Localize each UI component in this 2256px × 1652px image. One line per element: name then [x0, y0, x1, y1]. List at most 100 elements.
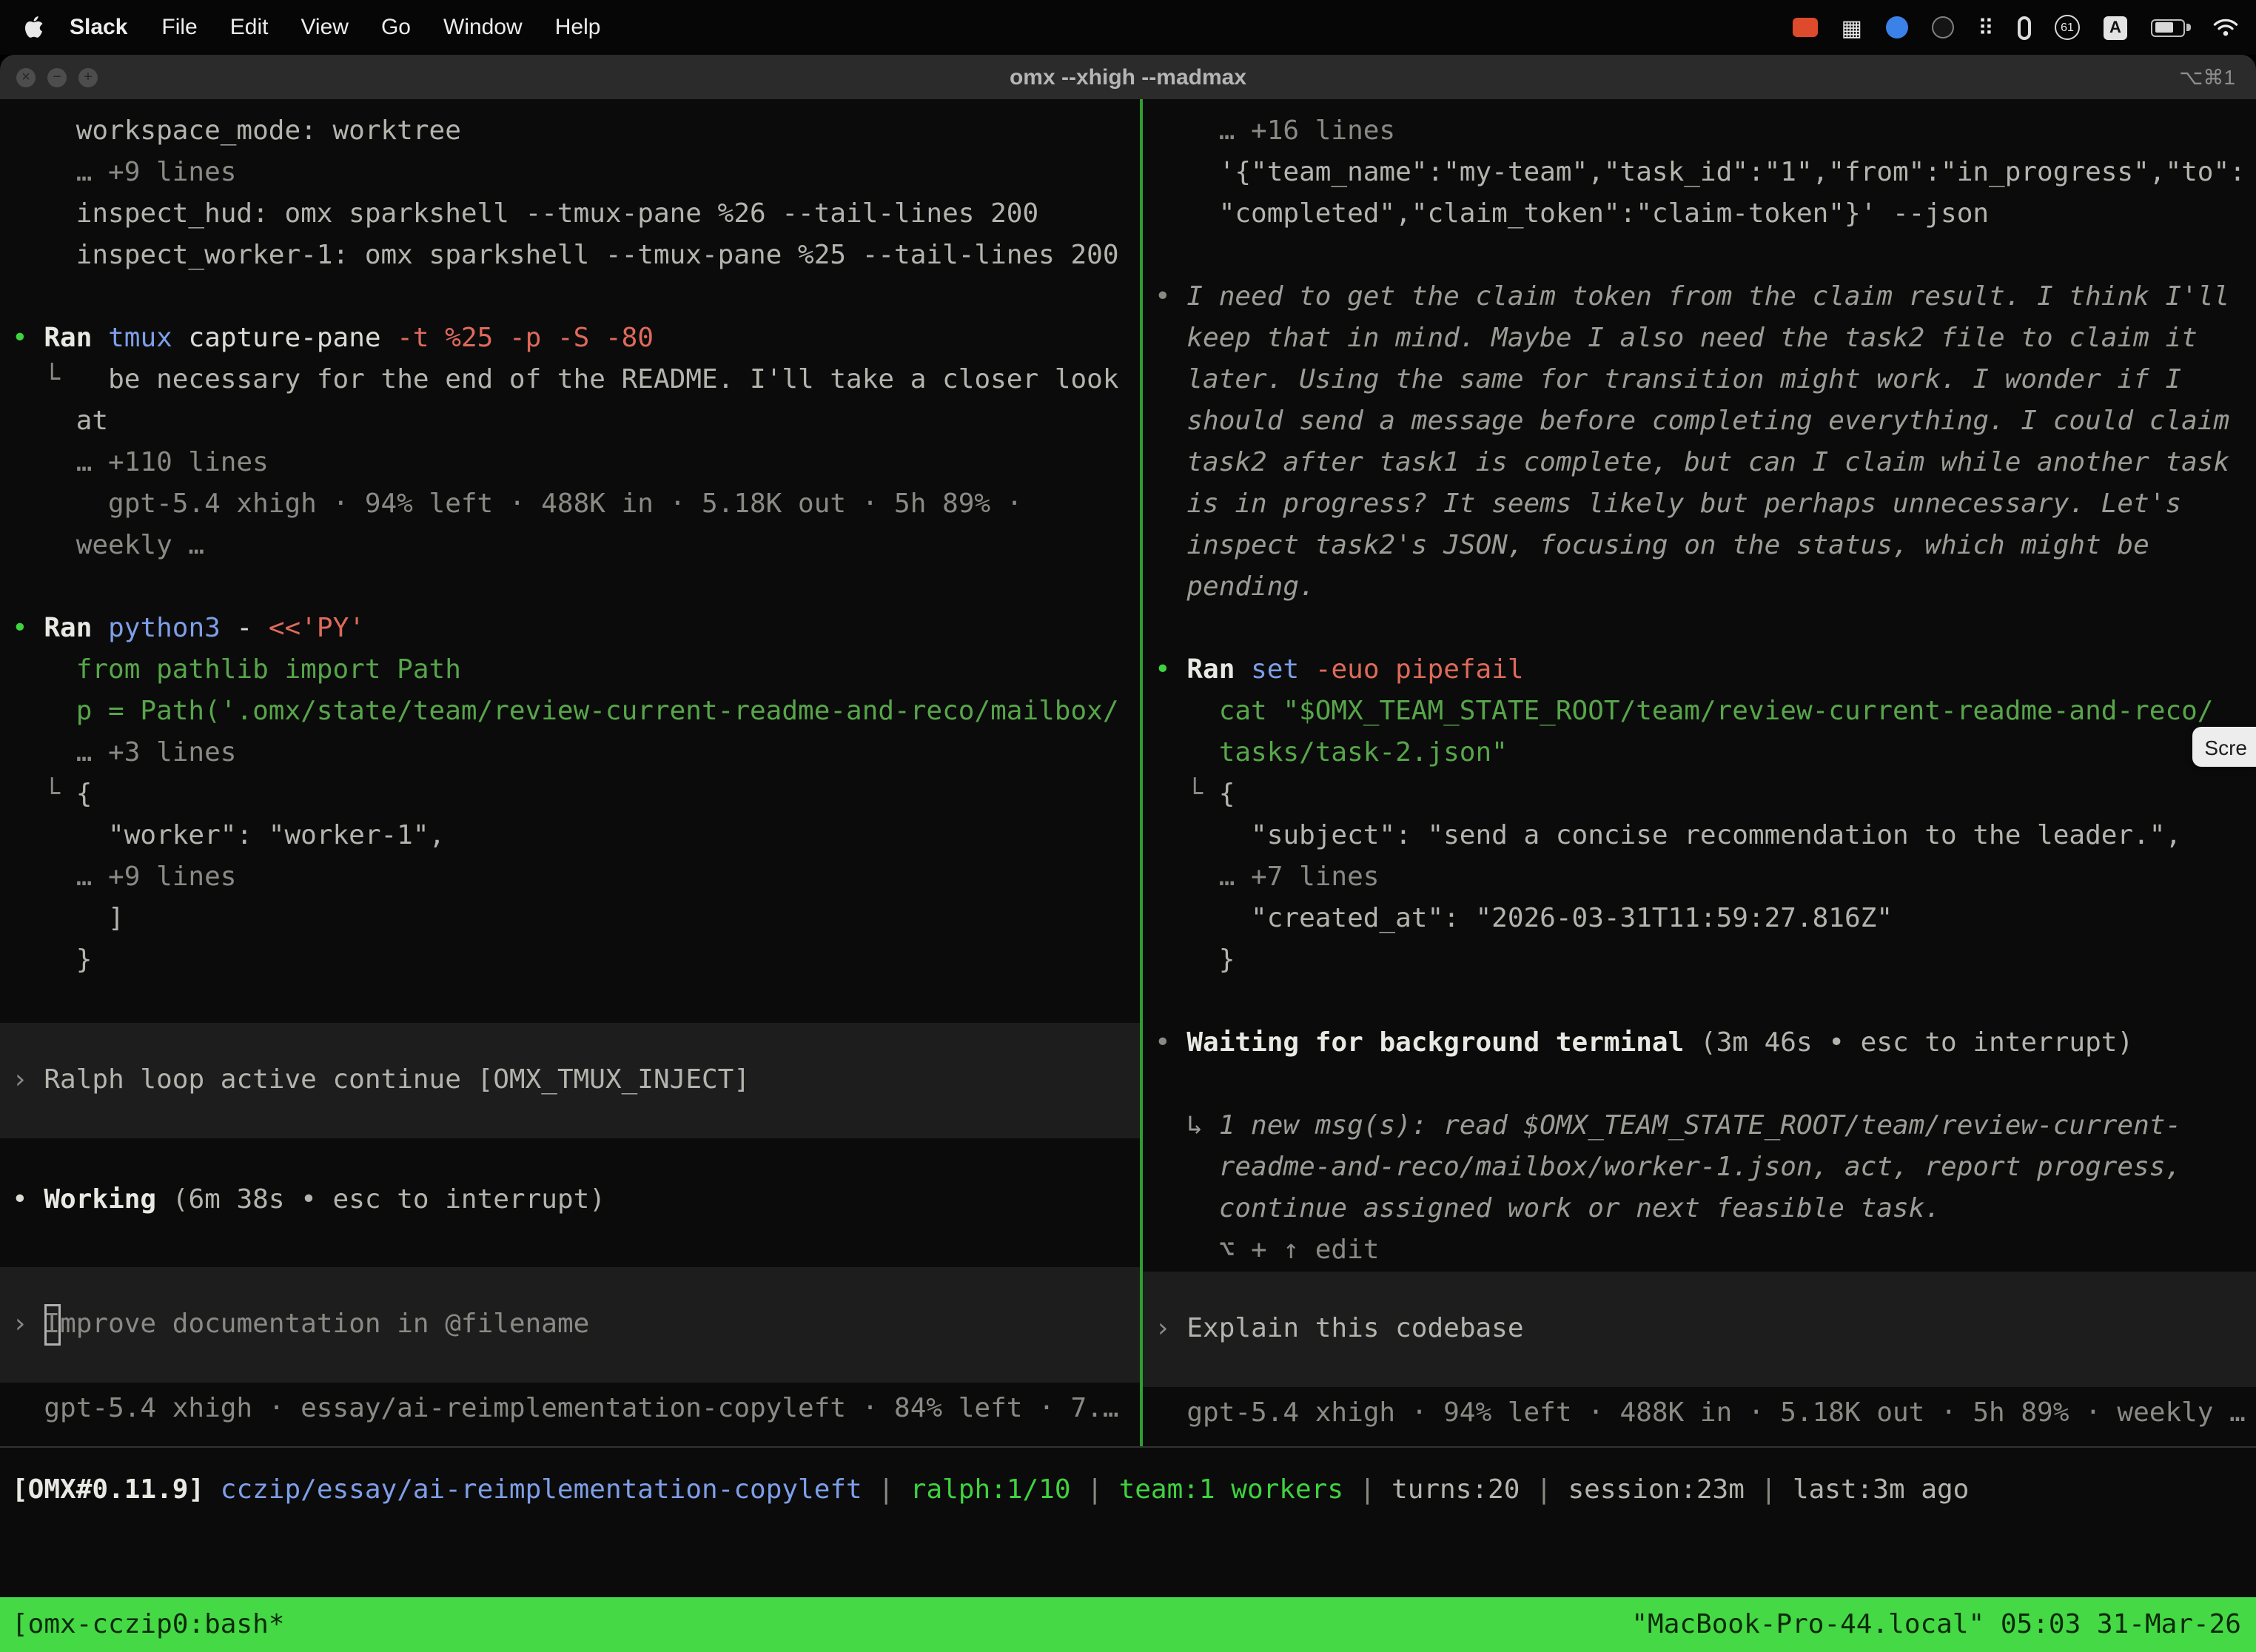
terminal-line: … +9 lines: [0, 857, 1140, 899]
screen-share-chip[interactable]: Scre: [2192, 727, 2256, 767]
terminal-line: gpt-5.4 xhigh · 94% left · 488K in · 5.1…: [0, 484, 1140, 526]
terminal-line: [0, 567, 1140, 608]
terminal-line: cat "$OMX_TEAM_STATE_ROOT/team/review-cu…: [1143, 691, 2256, 733]
terminal-line: ]: [0, 899, 1140, 940]
terminal-line: keep that in mind. Maybe I also need the…: [1143, 318, 2256, 360]
spacer: [1143, 1387, 2256, 1393]
terminal-line: gpt-5.4 xhigh · 94% left · 488K in · 5.1…: [1143, 1393, 2256, 1434]
prompt-band[interactable]: › Explain this codebase: [1143, 1272, 2256, 1387]
menu-bar-left: Slack FileEditViewGoWindowHelp: [0, 15, 617, 40]
terminal-line: inspect_worker-1: omx sparkshell --tmux-…: [0, 235, 1140, 277]
terminal-line: "completed","claim_token":"claim-token"}…: [1143, 194, 2256, 235]
terminal-line: … +9 lines: [0, 152, 1140, 194]
terminal-line: workspace_mode: worktree: [0, 111, 1140, 152]
terminal-line: [1143, 235, 2256, 277]
menu-bar-status-icons: ▦ ⠿ 61 A: [1793, 14, 2256, 41]
terminal-line: ↳ 1 new msg(s): read $OMX_TEAM_STATE_ROO…: [1143, 1106, 2256, 1147]
window-shortcut-hint: ⌥⌘1: [2179, 64, 2256, 90]
menu-view[interactable]: View: [284, 15, 365, 40]
menu-file[interactable]: File: [145, 15, 213, 40]
terminal-line: from pathlib import Path: [0, 650, 1140, 691]
terminal-line: … +3 lines: [0, 733, 1140, 774]
window-controls: × − +: [0, 67, 98, 87]
menu-go[interactable]: Go: [365, 15, 427, 40]
terminal-line: • Ran python3 - <<'PY': [0, 608, 1140, 650]
terminal-line: [1143, 608, 2256, 650]
terminal-line: should send a message before completing …: [1143, 401, 2256, 443]
active-app-name[interactable]: Slack: [52, 15, 145, 40]
terminal-line: ⌥ + ↑ edit: [1143, 1230, 2256, 1272]
terminal-line: gpt-5.4 xhigh · essay/ai-reimplementatio…: [0, 1389, 1140, 1430]
apple-menu-icon[interactable]: [24, 16, 43, 39]
terminal-line: • Ran set -euo pipefail: [1143, 650, 2256, 691]
terminal-line: [1143, 1064, 2256, 1106]
terminal-line: [0, 981, 1140, 1023]
terminal-line: └ {: [1143, 774, 2256, 816]
spacer: [0, 1383, 1140, 1389]
spacer: [0, 1221, 1140, 1267]
terminal-line: task2 after task1 is complete, but can I…: [1143, 443, 2256, 484]
grid-icon[interactable]: ▦: [1842, 14, 1862, 41]
macos-menu-bar: Slack FileEditViewGoWindowHelp ▦ ⠿ 61 A: [0, 0, 2256, 55]
input-source-a-icon[interactable]: A: [2104, 16, 2127, 39]
pane-bottom-border: [0, 1446, 2256, 1448]
terminal-line: pending.: [1143, 567, 2256, 608]
terminal-line: is in progress? It seems likely but perh…: [1143, 484, 2256, 526]
terminal-line: readme-and-reco/mailbox/worker-1.json, a…: [1143, 1147, 2256, 1189]
terminal-line: inspect task2's JSON, focusing on the st…: [1143, 526, 2256, 567]
prompt-band[interactable]: › Ralph loop active continue [OMX_TMUX_I…: [0, 1023, 1140, 1138]
terminal-line: later. Using the same for transition mig…: [1143, 360, 2256, 401]
terminal-line: … +16 lines: [1143, 111, 2256, 152]
recording-indicator-icon[interactable]: [1793, 18, 1818, 37]
dark-app-icon[interactable]: [1932, 16, 1954, 38]
close-button[interactable]: ×: [16, 67, 36, 87]
terminal-line: [1143, 981, 2256, 1023]
menu-edit[interactable]: Edit: [214, 15, 285, 40]
zoom-button[interactable]: +: [78, 67, 98, 87]
terminal-pane-left[interactable]: workspace_mode: worktree … +9 lines insp…: [0, 99, 1140, 1446]
terminal-line: "created_at": "2026-03-31T11:59:27.816Z": [1143, 899, 2256, 940]
terminal-pane-right[interactable]: … +16 lines '{"team_name":"my-team","tas…: [1143, 99, 2256, 1446]
terminal-line: • Waiting for background terminal (3m 46…: [1143, 1023, 2256, 1064]
minimize-button[interactable]: −: [47, 67, 67, 87]
menu-help[interactable]: Help: [539, 15, 617, 40]
dots-grid-icon[interactable]: ⠿: [1978, 14, 1994, 41]
terminal-line: … +110 lines: [0, 443, 1140, 484]
terminal-line: p = Path('.omx/state/team/review-current…: [0, 691, 1140, 733]
screen-share-chip-label: Scre: [2204, 735, 2247, 759]
tmux-session-label: [omx-cczip0:bash*: [12, 1609, 284, 1640]
terminal-line: }: [0, 940, 1140, 981]
window-title-bar[interactable]: × − + omx --xhigh --madmax ⌥⌘1: [0, 55, 2256, 99]
wifi-icon[interactable]: [2213, 18, 2238, 37]
terminal-line: "worker": "worker-1",: [0, 816, 1140, 857]
terminal-line: "subject": "send a concise recommendatio…: [1143, 816, 2256, 857]
menu-window[interactable]: Window: [427, 15, 539, 40]
terminal-line: └ be necessary for the end of the README…: [0, 360, 1140, 401]
terminal-line: • I need to get the claim token from the…: [1143, 277, 2256, 318]
terminal-line: weekly …: [0, 526, 1140, 567]
omx-status-line: [OMX#0.11.9] cczip/essay/ai-reimplementa…: [0, 1470, 2256, 1511]
terminal-line: [0, 277, 1140, 318]
prompt-band[interactable]: › Improve documentation in @filename: [0, 1267, 1140, 1383]
terminal-line: '{"team_name":"my-team","task_id":"1","f…: [1143, 152, 2256, 194]
terminal-line: }: [1143, 940, 2256, 981]
terminal-line: └ {: [0, 774, 1140, 816]
terminal-line: continue assigned work or next feasible …: [1143, 1189, 2256, 1230]
screen: Slack FileEditViewGoWindowHelp ▦ ⠿ 61 A × −…: [0, 0, 2256, 1652]
terminal-line: tasks/task-2.json": [1143, 733, 2256, 774]
blue-app-icon[interactable]: [1886, 16, 1908, 38]
tmux-status-bar: [omx-cczip0:bash* "MacBook-Pro-44.local"…: [0, 1597, 2256, 1652]
menu-items: FileEditViewGoWindowHelp: [145, 15, 617, 40]
battery-gauge-icon[interactable]: 61: [2055, 15, 2080, 40]
terminal-line: • Working (6m 38s • esc to interrupt): [0, 1180, 1140, 1221]
spacer: [0, 1138, 1140, 1180]
terminal-line: inspect_hud: omx sparkshell --tmux-pane …: [0, 194, 1140, 235]
tmux-panes: workspace_mode: worktree … +9 lines insp…: [0, 99, 2256, 1446]
terminal-line: at: [0, 401, 1140, 443]
terminal-line: … +7 lines: [1143, 857, 2256, 899]
key-icon[interactable]: [2018, 16, 2031, 39]
terminal-line: • Ran tmux capture-pane -t %25 -p -S -80: [0, 318, 1140, 360]
tmux-host-clock: "MacBook-Pro-44.local" 05:03 31-Mar-26: [1631, 1609, 2241, 1640]
window-title: omx --xhigh --madmax: [0, 64, 2256, 90]
battery-icon[interactable]: [2151, 19, 2185, 36]
